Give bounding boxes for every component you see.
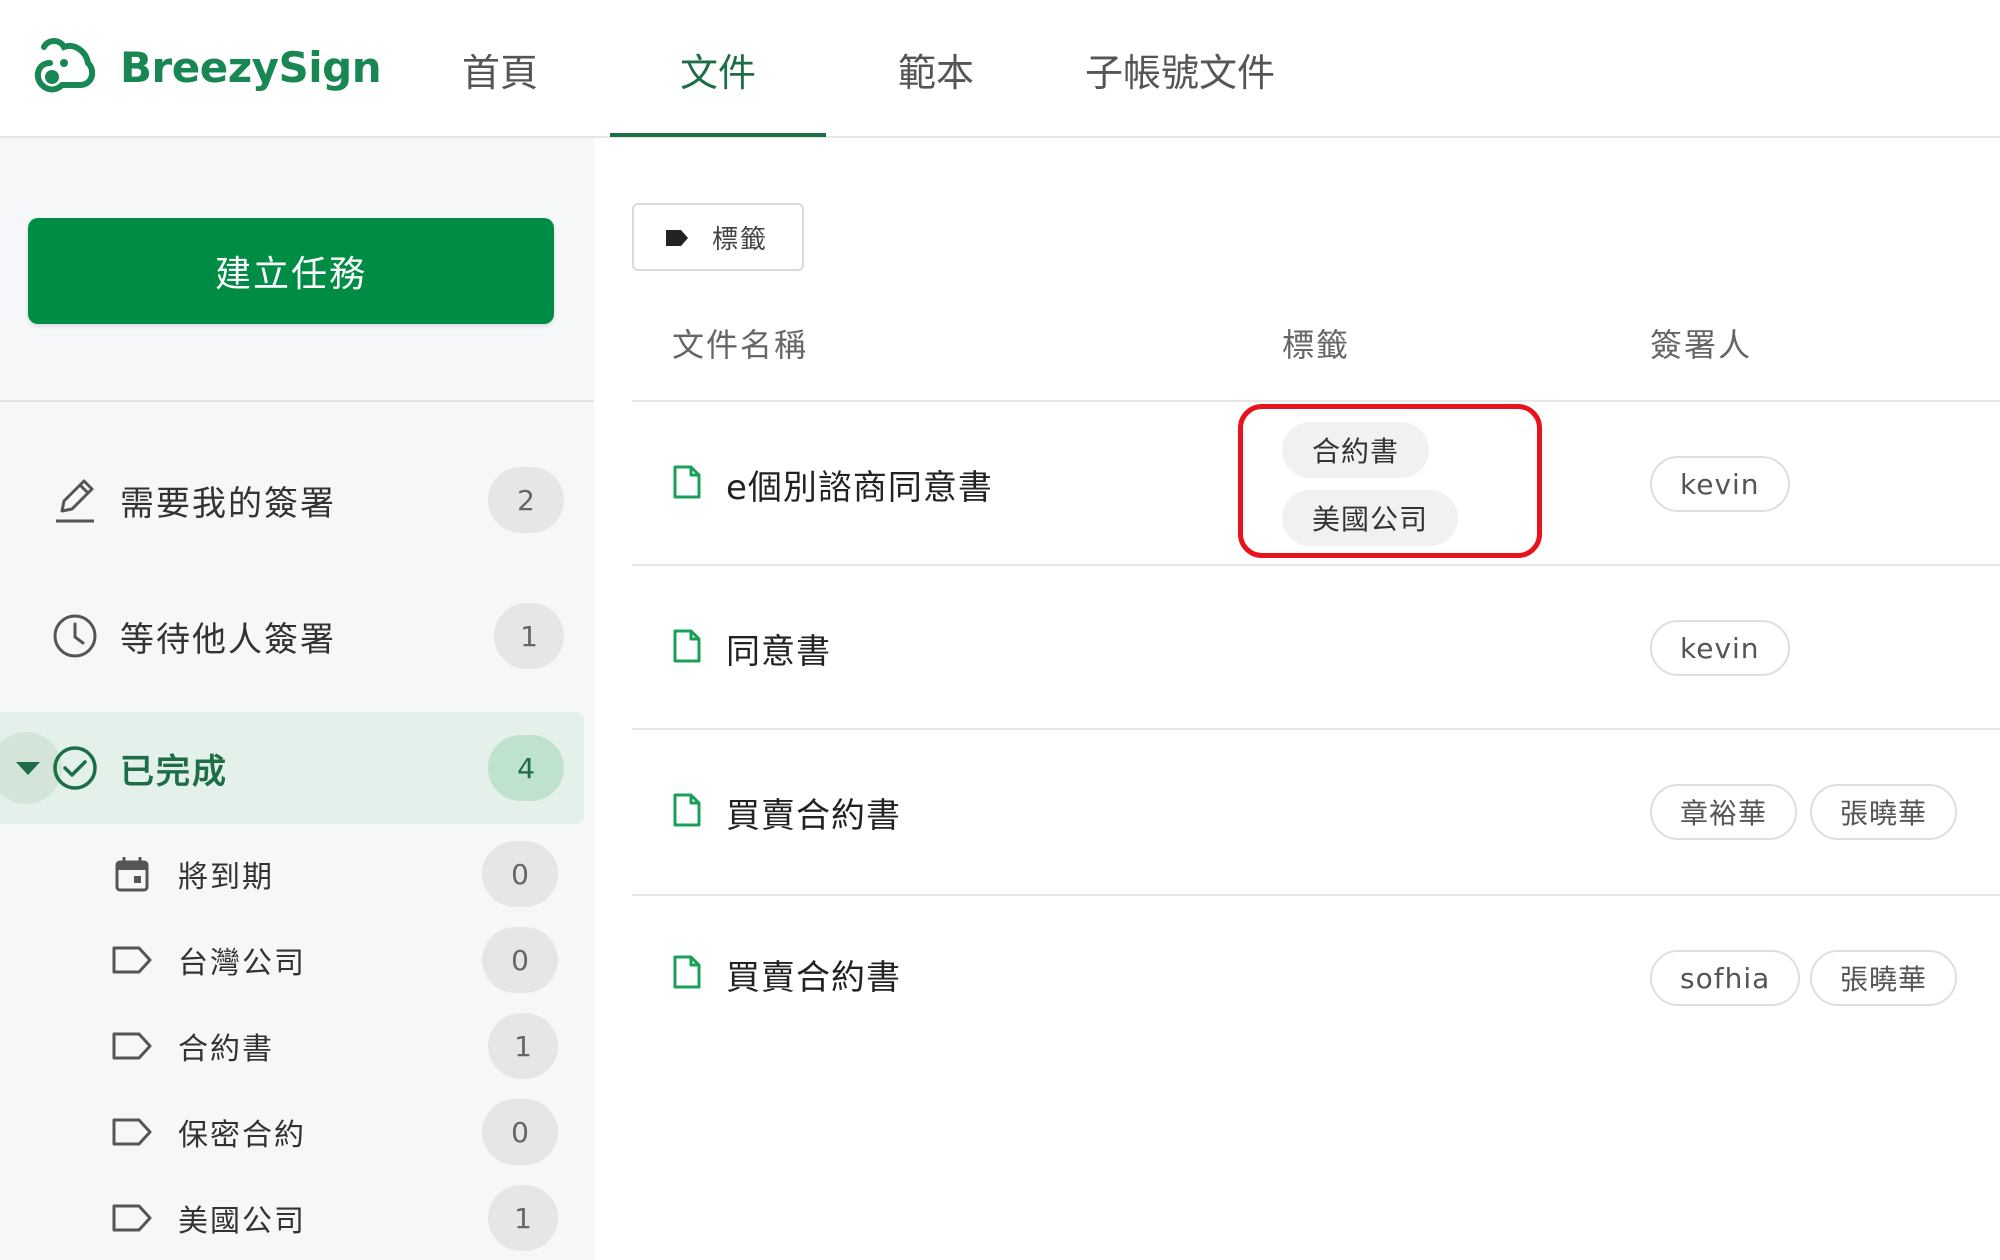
- sidebar-subitem-contract[interactable]: 合約書 1: [0, 1006, 584, 1086]
- count-badge: 4: [488, 735, 564, 801]
- sidebar-item-need-my-signature[interactable]: 需要我的簽署 2: [0, 444, 584, 556]
- signer-chip: kevin: [1650, 456, 1790, 512]
- tab-templates[interactable]: 範本: [856, 0, 1016, 138]
- count-badge: 1: [488, 1185, 558, 1251]
- brand-logo[interactable]: BreezySign: [28, 30, 382, 104]
- sidebar-item-label: 等待他人簽署: [120, 619, 336, 660]
- tag-icon: [110, 938, 154, 982]
- sidebar-subitem-us-company[interactable]: 美國公司 1: [0, 1178, 584, 1258]
- count-badge: 0: [482, 841, 558, 907]
- sidebar-item-label: 需要我的簽署: [120, 483, 336, 524]
- document-name[interactable]: 同意書: [726, 624, 831, 673]
- sidebar: 建立任務 需要我的簽署 2 等待他人簽署 1 已完成 4 將到期 0 台灣公司 …: [0, 138, 594, 1260]
- document-icon: [672, 628, 702, 668]
- signer-chip: 張曉華: [1810, 784, 1958, 840]
- brand-name: BreezySign: [120, 42, 382, 92]
- sidebar-item-completed[interactable]: 已完成 4: [0, 712, 584, 824]
- tag-filter-button[interactable]: 標籤: [632, 203, 804, 271]
- tag-filled-icon: [664, 228, 690, 252]
- tag-icon: [110, 1024, 154, 1068]
- signer-chip: 章裕華: [1650, 784, 1798, 840]
- sidebar-subitem-label: 將到期: [178, 860, 274, 895]
- document-icon: [672, 464, 702, 504]
- sidebar-subitem-taiwan-company[interactable]: 台灣公司 0: [0, 920, 584, 1000]
- sidebar-subitem-label: 美國公司: [178, 1204, 306, 1239]
- sidebar-item-label: 已完成: [120, 751, 228, 792]
- tab-home[interactable]: 首頁: [420, 0, 580, 138]
- highlight-annotation-box: [1238, 404, 1542, 558]
- sidebar-subitem-label: 保密合約: [178, 1118, 306, 1153]
- active-tab-indicator: [610, 133, 826, 137]
- document-name[interactable]: 買賣合約書: [726, 950, 901, 999]
- calendar-icon: [110, 852, 154, 896]
- top-navigation-bar: BreezySign 首頁 文件 範本 子帳號文件: [0, 0, 2000, 138]
- signer-chip: sofhia: [1650, 950, 1801, 1006]
- sidebar-divider: [0, 400, 594, 402]
- count-badge: 0: [482, 927, 558, 993]
- sidebar-subitem-expiring[interactable]: 將到期 0: [0, 834, 584, 914]
- column-header-document-name[interactable]: 文件名稱: [672, 320, 808, 366]
- table-row[interactable]: 同意書: [632, 566, 2000, 730]
- clock-icon: [50, 611, 100, 661]
- sidebar-subitem-nda[interactable]: 保密合約 0: [0, 1092, 584, 1172]
- column-header-signers[interactable]: 簽署人: [1650, 320, 1752, 366]
- tab-documents[interactable]: 文件: [610, 0, 826, 138]
- document-icon: [672, 792, 702, 832]
- document-icon: [672, 954, 702, 994]
- count-badge: 1: [494, 603, 564, 669]
- tag-icon: [110, 1196, 154, 1240]
- check-circle-icon: [50, 743, 100, 793]
- sidebar-subitem-label: 合約書: [178, 1032, 274, 1067]
- count-badge: 2: [488, 467, 564, 533]
- tag-icon: [110, 1110, 154, 1154]
- column-header-tags[interactable]: 標籤: [1282, 320, 1350, 366]
- sidebar-subitem-label: 台灣公司: [178, 946, 306, 981]
- document-name[interactable]: e個別諮商同意書: [726, 460, 993, 509]
- document-name[interactable]: 買賣合約書: [726, 788, 901, 837]
- signer-chip: 張曉華: [1810, 950, 1958, 1006]
- pencil-icon: [50, 475, 100, 525]
- create-task-button[interactable]: 建立任務: [28, 218, 554, 324]
- sidebar-item-waiting-for-others[interactable]: 等待他人簽署 1: [0, 580, 584, 692]
- signer-chip: kevin: [1650, 620, 1790, 676]
- count-badge: 1: [488, 1013, 558, 1079]
- tab-sub-account-documents[interactable]: 子帳號文件: [1060, 0, 1300, 138]
- breezysign-logo-icon: [34, 38, 96, 93]
- tag-filter-label: 標籤: [712, 224, 769, 255]
- count-badge: 0: [482, 1099, 558, 1165]
- caret-down-icon: [16, 761, 40, 775]
